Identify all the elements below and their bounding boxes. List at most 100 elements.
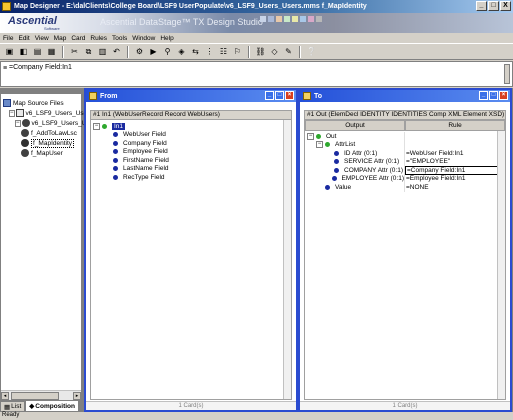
menu-card[interactable]: Card [71, 35, 85, 42]
output-row[interactable]: SERVICE Attr (0:1) ="EMPLOYEE" [305, 157, 505, 167]
menu-map[interactable]: Map [54, 35, 67, 42]
input-field-row[interactable]: RecType Field [93, 173, 291, 182]
rule-bar-scrollbar[interactable] [504, 64, 510, 84]
output-row[interactable]: COMPANY Attr (0:1) =Company Field:In1 [305, 166, 505, 175]
navigator-pane: Map Source Files − v6_LSF9_Users_Users − v6_… [0, 93, 93, 401]
scroll-right-arrow-icon[interactable]: ▸ [73, 392, 81, 400]
output-object-label: EMPLOYEE Attr (0:1) [341, 175, 405, 183]
window-titlebar: Map Designer - E:\dalClients\College Boa… [0, 0, 513, 13]
tree-node[interactable]: f_MapUser [3, 148, 81, 158]
tab-composition[interactable]: ◆ Composition [25, 401, 79, 412]
menu-edit[interactable]: Edit [18, 35, 29, 42]
trace-icon[interactable]: ⋮ [203, 45, 216, 58]
rule-editor-input[interactable]: =Company Field:In1 [9, 64, 72, 71]
output-row[interactable]: Value =NONE [305, 183, 505, 192]
rule-cell[interactable] [405, 141, 505, 150]
menu-tools[interactable]: Tools [112, 35, 127, 42]
menu-rules[interactable]: Rules [90, 35, 107, 42]
tree-node[interactable]: Map Source Files [3, 98, 81, 108]
open-icon[interactable]: ◧ [17, 45, 30, 58]
input-field-row[interactable]: WebUser Field [93, 131, 291, 140]
input-field-row[interactable]: Employee Field [93, 148, 291, 157]
tab-list[interactable]: ▦ List [0, 401, 26, 412]
output-cell[interactable]: − AttrList [305, 140, 405, 149]
collapse-icon[interactable]: − [93, 122, 100, 130]
output-cell[interactable]: ID Attr (0:1) [305, 149, 405, 158]
search-icon[interactable]: ⚲ [161, 45, 174, 58]
save-icon[interactable]: ▤ [31, 45, 44, 58]
help-icon[interactable]: ❔ [305, 45, 318, 58]
navigate-icon[interactable]: ◈ [175, 45, 188, 58]
from-maximize-button[interactable]: □ [275, 91, 284, 100]
to-minimize-button[interactable]: _ [479, 91, 488, 100]
print-icon[interactable]: ▦ [45, 45, 58, 58]
input-field-label: FirstName Field [123, 156, 169, 164]
output-row[interactable]: − AttrList [305, 140, 505, 150]
from-panel-icon [89, 92, 97, 100]
output-row[interactable]: EMPLOYEE Attr (0:1) =Employee Field:In1 [305, 174, 505, 184]
cut-icon[interactable]: ✂ [68, 45, 81, 58]
output-card: #1 Out (ElemDecl IDENTITY IDENTITIES Com… [304, 110, 506, 400]
field-icon [113, 140, 118, 146]
tree-node[interactable]: f_MapIdentity [3, 138, 81, 148]
field-icon [334, 159, 339, 165]
compare-icon[interactable]: ⇆ [189, 45, 202, 58]
from-minimize-button[interactable]: _ [265, 91, 274, 100]
collapse-icon[interactable]: − [15, 119, 21, 127]
output-row[interactable]: − Out [305, 132, 505, 141]
window-title: Map Designer - E:\dalClients\College Boa… [14, 3, 367, 10]
collapse-icon[interactable]: − [307, 132, 314, 140]
copy-icon[interactable]: ⧉ [82, 45, 95, 58]
input-root-node[interactable]: − In1 [93, 122, 291, 131]
tree-node[interactable]: f_AddToLawLsc [3, 128, 81, 138]
undo-icon[interactable]: ↶ [110, 45, 123, 58]
menu-view[interactable]: View [35, 35, 49, 42]
rule-cell[interactable] [405, 132, 505, 141]
paste-icon[interactable]: ▥ [96, 45, 109, 58]
schema-icon[interactable]: ☷ [217, 45, 230, 58]
files-icon [3, 99, 11, 107]
menu-help[interactable]: Help [160, 35, 173, 42]
tree-node[interactable]: − v6_LSF9_Users_Us [3, 118, 90, 128]
rule-cell[interactable]: =Employee Field:In1 [405, 175, 505, 184]
tree-node[interactable]: − v6_LSF9_Users_Users [3, 108, 93, 118]
run-icon[interactable]: ▶ [147, 45, 160, 58]
input-card-scrollbar[interactable] [283, 120, 291, 399]
minimize-button[interactable]: _ [476, 1, 487, 11]
output-cell[interactable]: EMPLOYEE Attr (0:1) [305, 174, 405, 183]
input-field-row[interactable]: LastName Field [93, 165, 291, 174]
properties-icon[interactable]: ✎ [282, 45, 295, 58]
output-card-scrollbar[interactable] [497, 131, 505, 399]
unlink-icon[interactable]: ◇ [268, 45, 281, 58]
new-icon[interactable]: ▣ [3, 45, 16, 58]
input-field-row[interactable]: Company Field [93, 139, 291, 148]
rule-cell[interactable]: ="EMPLOYEE" [405, 158, 505, 167]
scroll-left-arrow-icon[interactable]: ◂ [1, 392, 9, 400]
rule-cell[interactable]: =NONE [405, 183, 505, 192]
rule-cell[interactable]: =WebUser Field:In1 [405, 149, 505, 158]
from-close-button[interactable]: × [285, 91, 294, 100]
output-row[interactable]: ID Attr (0:1) =WebUser Field:In1 [305, 149, 505, 158]
maximize-button[interactable]: □ [488, 1, 499, 11]
output-cell[interactable]: COMPANY Attr (0:1) [305, 166, 405, 175]
collapse-icon[interactable]: − [316, 141, 323, 149]
tab-label: List [11, 403, 22, 410]
output-cell[interactable]: − Out [305, 132, 405, 141]
output-cell[interactable]: SERVICE Attr (0:1) [305, 157, 405, 166]
menu-file[interactable]: File [3, 35, 13, 42]
to-maximize-button[interactable]: □ [489, 91, 498, 100]
build-icon[interactable]: ⚙ [133, 45, 146, 58]
link-icon[interactable]: ⛓ [254, 45, 267, 58]
scrollbar-thumb[interactable] [11, 392, 59, 400]
to-close-button[interactable]: × [499, 91, 508, 100]
rule-cell[interactable]: =Company Field:In1 [405, 166, 505, 175]
menu-window[interactable]: Window [132, 35, 155, 42]
input-field-row[interactable]: FirstName Field [93, 156, 291, 165]
rule-column-header[interactable]: Rule [405, 120, 505, 131]
output-column-header[interactable]: Output [305, 120, 405, 131]
output-cell[interactable]: Value [305, 183, 405, 192]
organizer-icon[interactable]: ⚐ [231, 45, 244, 58]
navigator-horizontal-scrollbar[interactable]: ◂ ▸ [1, 390, 81, 400]
close-button[interactable]: X [500, 1, 511, 11]
collapse-icon[interactable]: − [9, 109, 15, 117]
